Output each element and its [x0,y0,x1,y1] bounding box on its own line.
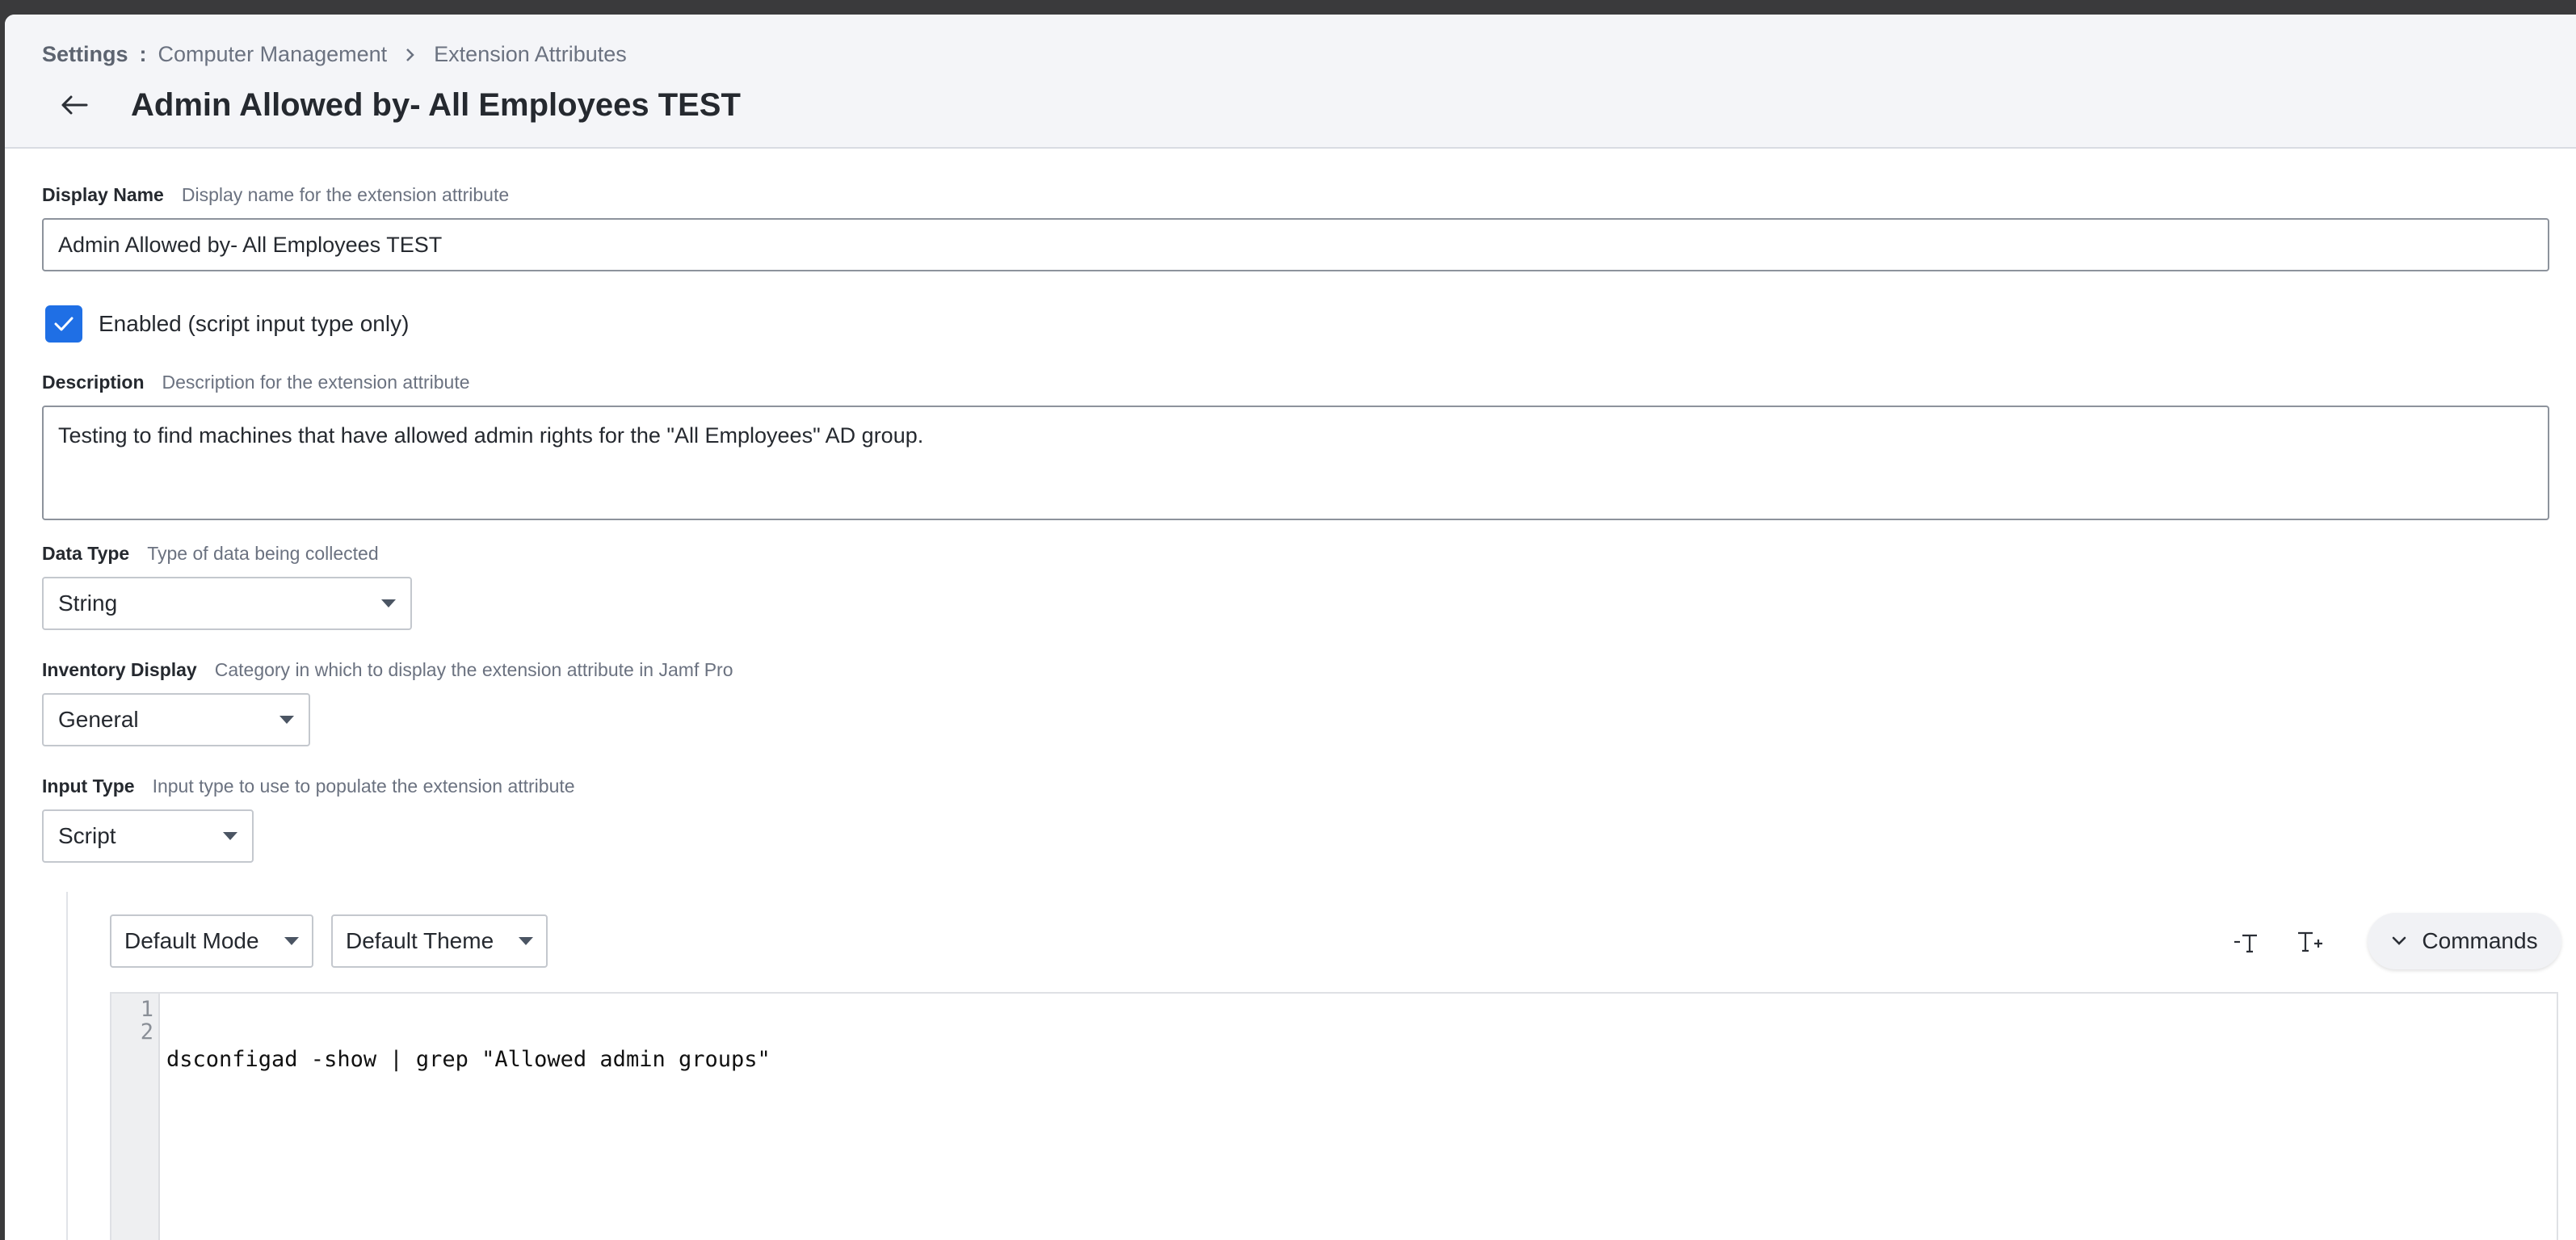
inventory-display-select[interactable]: General [42,693,310,746]
breadcrumb-root: Settings [42,42,128,66]
chevron-down-icon [2391,935,2407,947]
code-content[interactable]: dsconfigad -show | grep "Allowed admin g… [160,994,2557,1240]
commands-label: Commands [2422,928,2538,953]
display-name-input[interactable]: Admin Allowed by- All Employees TEST [42,218,2549,271]
editor-theme-value: Default Theme [346,928,494,953]
increase-font-icon[interactable] [2289,921,2331,963]
enabled-checkbox[interactable] [45,305,82,343]
editor-mode-select[interactable]: Default Mode [110,914,313,968]
data-type-select[interactable]: String [42,577,412,630]
enabled-label: Enabled (script input type only) [99,311,410,336]
input-type-select[interactable]: Script [42,809,254,863]
code-line: dsconfigad -show | grep "Allowed admin g… [166,1047,771,1072]
caret-down-icon [519,937,533,945]
input-type-hint: Input type to use to populate the extens… [152,776,575,797]
commands-button[interactable]: Commands [2368,913,2561,969]
description-title: Description [42,372,145,393]
data-type-title: Data Type [42,543,130,564]
caret-down-icon [381,599,396,607]
display-name-label: Display Name Display name for the extens… [42,184,509,206]
input-type-title: Input Type [42,776,135,797]
decrease-font-icon[interactable] [2225,921,2267,963]
page-title: Admin Allowed by- All Employees TEST [131,86,741,123]
description-label: Description Description for the extensio… [42,372,470,393]
breadcrumb-computer-management[interactable]: Computer Management [158,42,388,67]
data-type-value: String [58,591,118,616]
inventory-display-label: Inventory Display Category in which to d… [42,659,733,681]
inventory-display-value: General [58,707,139,732]
description-hint: Description for the extension attribute [162,372,470,393]
breadcrumb-separator: : [139,42,147,66]
data-type-label: Data Type Type of data being collected [42,543,379,565]
input-type-label: Input Type Input type to use to populate… [42,776,575,797]
display-name-title: Display Name [42,184,164,205]
data-type-hint: Type of data being collected [147,543,379,564]
title-row: Admin Allowed by- All Employees TEST [53,84,741,126]
line-number-gutter: 1 2 [111,994,160,1240]
chevron-right-icon [405,47,416,63]
page-header: Settings : Computer Management Extension… [5,15,2576,149]
editor-theme-select[interactable]: Default Theme [331,914,548,968]
line-number: 2 [140,1019,153,1045]
line-number: 1 [140,997,153,1022]
app-window: Settings : Computer Management Extension… [5,15,2576,1240]
breadcrumb-extension-attributes[interactable]: Extension Attributes [434,42,627,67]
script-editor: Default Mode Default Theme Commands 1 2 [66,892,2576,1240]
editor-mode-value: Default Mode [124,928,259,953]
inventory-display-hint: Category in which to display the extensi… [214,659,733,680]
display-name-hint: Display name for the extension attribute [181,184,510,205]
breadcrumb: Settings : Computer Management Extension… [42,42,627,67]
enabled-checkbox-row: Enabled (script input type only) [45,305,409,343]
checkmark-icon [54,317,74,331]
back-arrow-icon[interactable] [53,84,95,126]
caret-down-icon [223,832,237,840]
caret-down-icon [284,937,299,945]
description-textarea[interactable]: Testing to find machines that have allow… [42,406,2549,520]
code-editor[interactable]: 1 2 dsconfigad -show | grep "Allowed adm… [110,992,2558,1240]
input-type-value: Script [58,823,116,848]
inventory-display-title: Inventory Display [42,659,197,680]
caret-down-icon [279,716,294,724]
